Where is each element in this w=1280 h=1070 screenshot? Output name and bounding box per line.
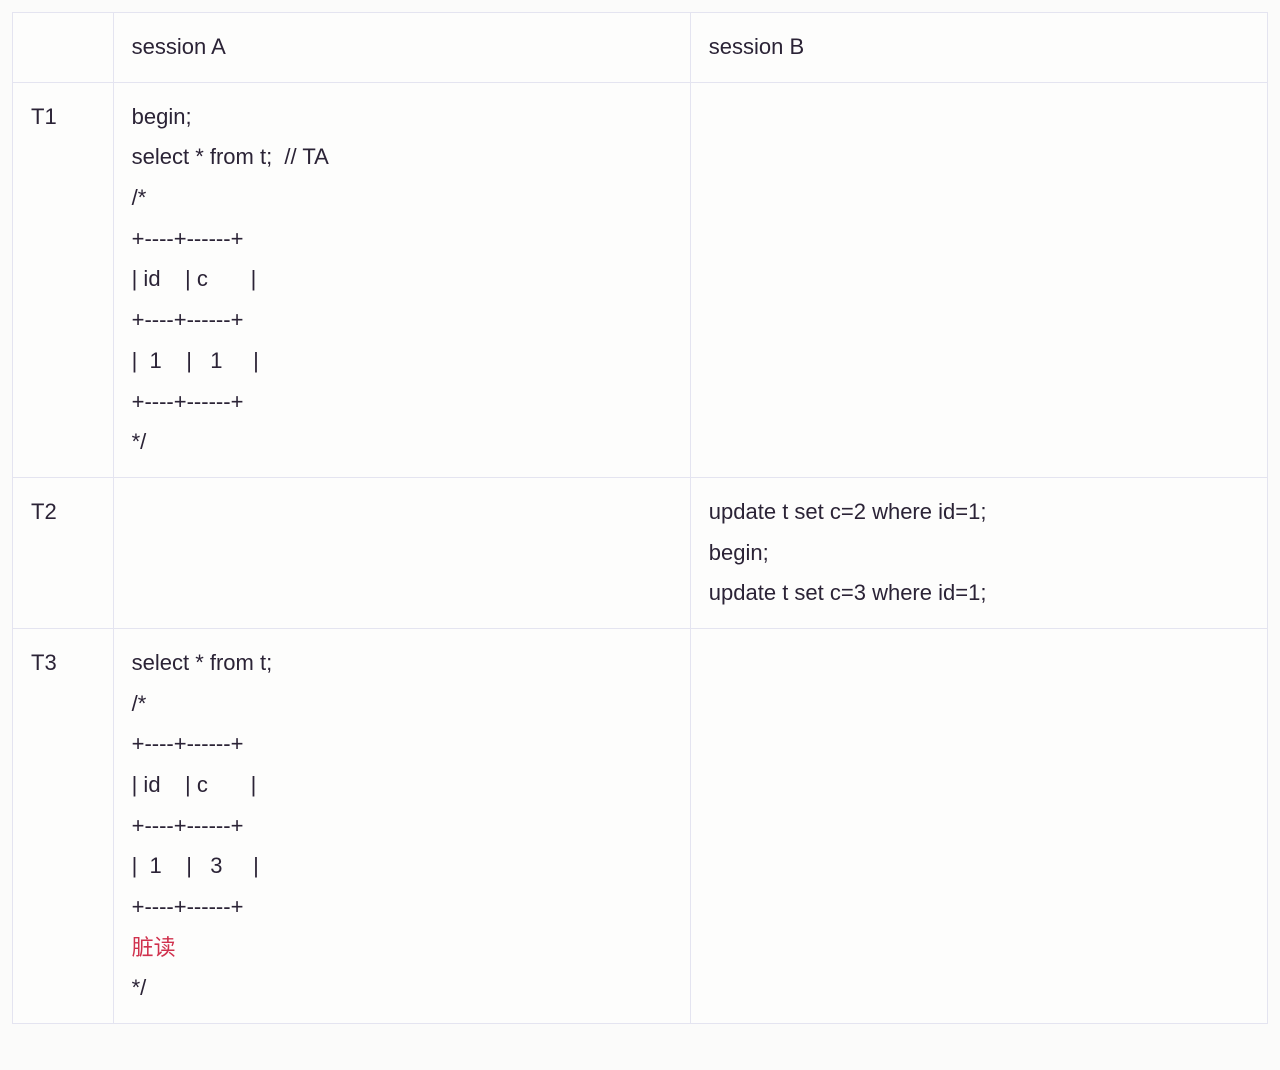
code-line: */ <box>132 968 672 1009</box>
code-line: */ <box>132 422 672 463</box>
session-b-cell <box>690 82 1267 477</box>
table-header-row: session A session B <box>13 13 1268 83</box>
step-cell: T2 <box>13 477 114 628</box>
header-step <box>13 13 114 83</box>
code-line: /* <box>132 178 672 219</box>
code-line: +----+------+ <box>132 382 672 423</box>
code-line: +----+------+ <box>132 300 672 341</box>
code-line: +----+------+ <box>132 219 672 260</box>
code-line: +----+------+ <box>132 806 672 847</box>
table-row: T2 update t set c=2 where id=1;begin;upda… <box>13 477 1268 628</box>
step-cell: T3 <box>13 628 114 1023</box>
code-line: /* <box>132 684 672 725</box>
session-a-cell <box>113 477 690 628</box>
code-line: select * from t; // TA <box>132 137 672 178</box>
code-line: update t set c=2 where id=1; <box>709 492 1249 533</box>
code-line: begin; <box>709 533 1249 574</box>
code-line: | 1 | 3 | <box>132 846 672 887</box>
code-line: select * from t; <box>132 643 672 684</box>
header-session-a: session A <box>113 13 690 83</box>
code-line: update t set c=3 where id=1; <box>709 573 1249 614</box>
code-line: | id | c | <box>132 259 672 300</box>
code-line: +----+------+ <box>132 724 672 765</box>
code-line: | 1 | 1 | <box>132 341 672 382</box>
step-cell: T1 <box>13 82 114 477</box>
session-timeline-table: session A session B T1begin;select * fro… <box>12 12 1268 1024</box>
header-session-b: session B <box>690 13 1267 83</box>
session-a-cell: begin;select * from t; // TA/*+----+----… <box>113 82 690 477</box>
session-b-cell: update t set c=2 where id=1;begin;update… <box>690 477 1267 628</box>
table-row: T3select * from t;/*+----+------+| id | … <box>13 628 1268 1023</box>
session-b-cell <box>690 628 1267 1023</box>
code-line: | id | c | <box>132 765 672 806</box>
code-line: +----+------+ <box>132 887 672 928</box>
code-line: begin; <box>132 97 672 138</box>
code-line: 脏读 <box>132 928 672 969</box>
table-row: T1begin;select * from t; // TA/*+----+--… <box>13 82 1268 477</box>
session-a-cell: select * from t;/*+----+------+| id | c … <box>113 628 690 1023</box>
